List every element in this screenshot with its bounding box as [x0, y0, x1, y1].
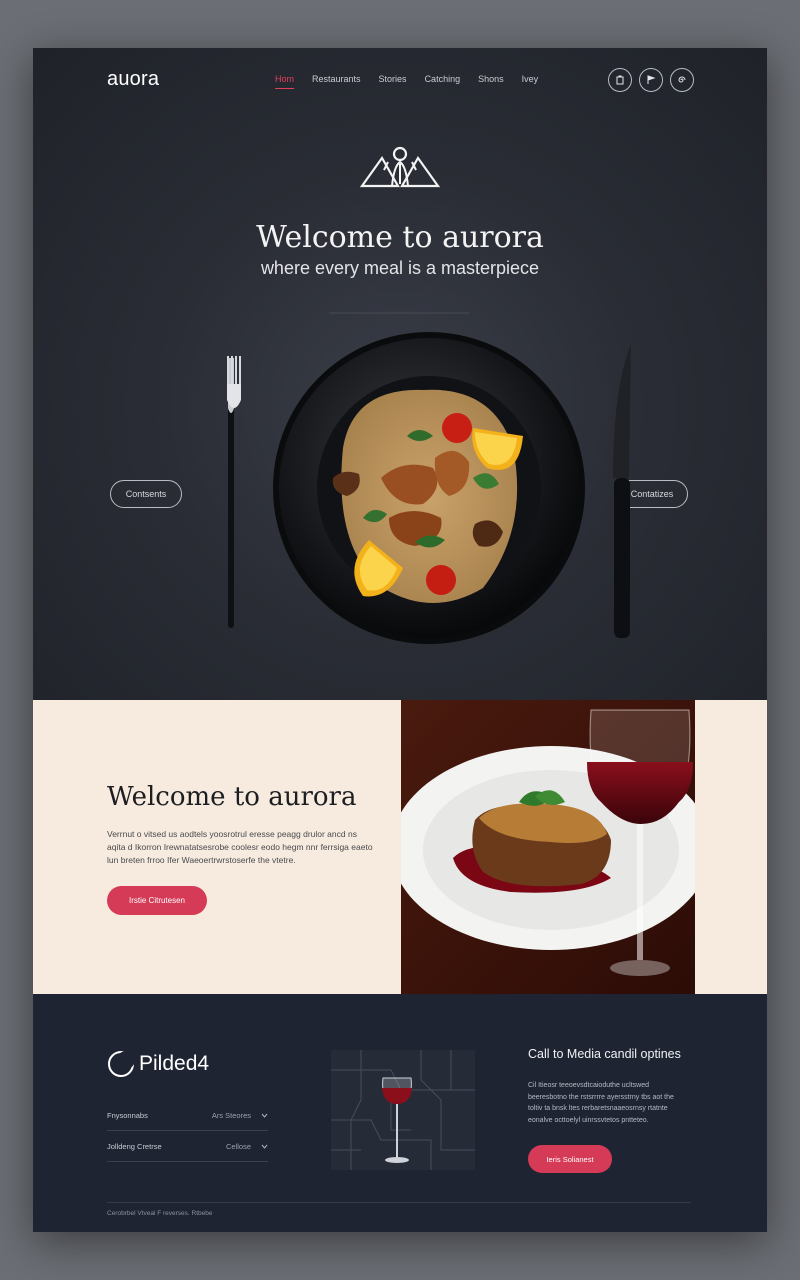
footer-divider [107, 1202, 691, 1203]
hero-title: Welcome to aurora [256, 220, 544, 255]
footer-row-value: Cellose [225, 1141, 251, 1151]
footer-row-label: Fnysonnabs [107, 1110, 148, 1120]
emblem-icon [359, 146, 441, 188]
footer-brand-name: Pilded4 [139, 1052, 210, 1075]
site-logo[interactable]: auora [107, 68, 159, 91]
nav-item-home[interactable]: Hom [275, 74, 295, 89]
footer-section: Pilded4 Fnysonnabs Ars Steores Jolldeng … [33, 994, 767, 1232]
decorative-line [329, 312, 469, 314]
main-nav: Hom Restaurants Stories Catching Shons I… [275, 74, 538, 89]
location-map[interactable] [331, 1050, 475, 1170]
footer-row[interactable]: Jolldeng Cretrse Cellose [107, 1131, 268, 1162]
bag-icon[interactable] [608, 68, 632, 92]
steak-wine-photo [401, 700, 695, 994]
knife-icon [613, 344, 631, 638]
flag-icon[interactable] [639, 68, 663, 92]
footer-row-value: Ars Steores [211, 1110, 251, 1120]
plated-dish-illustration [227, 332, 631, 644]
footer-info-rows: Fnysonnabs Ars Steores Jolldeng Cretrse … [107, 1100, 268, 1162]
feature-button[interactable]: Irstie Citrutesen [107, 886, 207, 915]
feature-title: Welcome to aurora [107, 782, 357, 812]
hero-left-button[interactable]: Contsents [110, 480, 182, 508]
cta-title: Call to Media candil optines [528, 1047, 681, 1061]
fork-icon [227, 356, 241, 628]
page-frame: auora Hom Restaurants Stories Catching S… [33, 48, 767, 1232]
nav-item-catching[interactable]: Catching [425, 74, 461, 89]
header-icon-group [608, 68, 694, 92]
copyright-text: Cerobrbel Vtveal F reverses. Rtbebe [107, 1210, 213, 1217]
footer-brand[interactable]: Pilded4 [107, 1050, 209, 1078]
feature-section: Welcome to aurora Verrnut o vitsed us ao… [33, 700, 767, 994]
chevron-down-icon [261, 1144, 268, 1149]
spiral-icon[interactable] [670, 68, 694, 92]
hero-subtitle: where every meal is a masterpiece [260, 258, 540, 278]
moon-logo-icon [108, 1051, 135, 1077]
cta-button[interactable]: Ieris Solianest [528, 1145, 612, 1173]
cta-text: Cil Itieosr teeoevsdtcaioduthe ucltswed … [528, 1082, 674, 1124]
nav-item-stories[interactable]: Stories [379, 74, 407, 89]
hero-section: auora Hom Restaurants Stories Catching S… [33, 48, 767, 700]
feature-body: Verrnut o vitsed us aodtels yoosrotrul e… [107, 829, 373, 865]
nav-item-restaurants[interactable]: Restaurants [312, 74, 361, 89]
chevron-down-icon [261, 1113, 268, 1118]
footer-row[interactable]: Fnysonnabs Ars Steores [107, 1100, 268, 1131]
nav-item-ivey[interactable]: Ivey [522, 74, 539, 89]
footer-row-label: Jolldeng Cretrse [107, 1141, 162, 1151]
nav-item-shons[interactable]: Shons [478, 74, 504, 89]
